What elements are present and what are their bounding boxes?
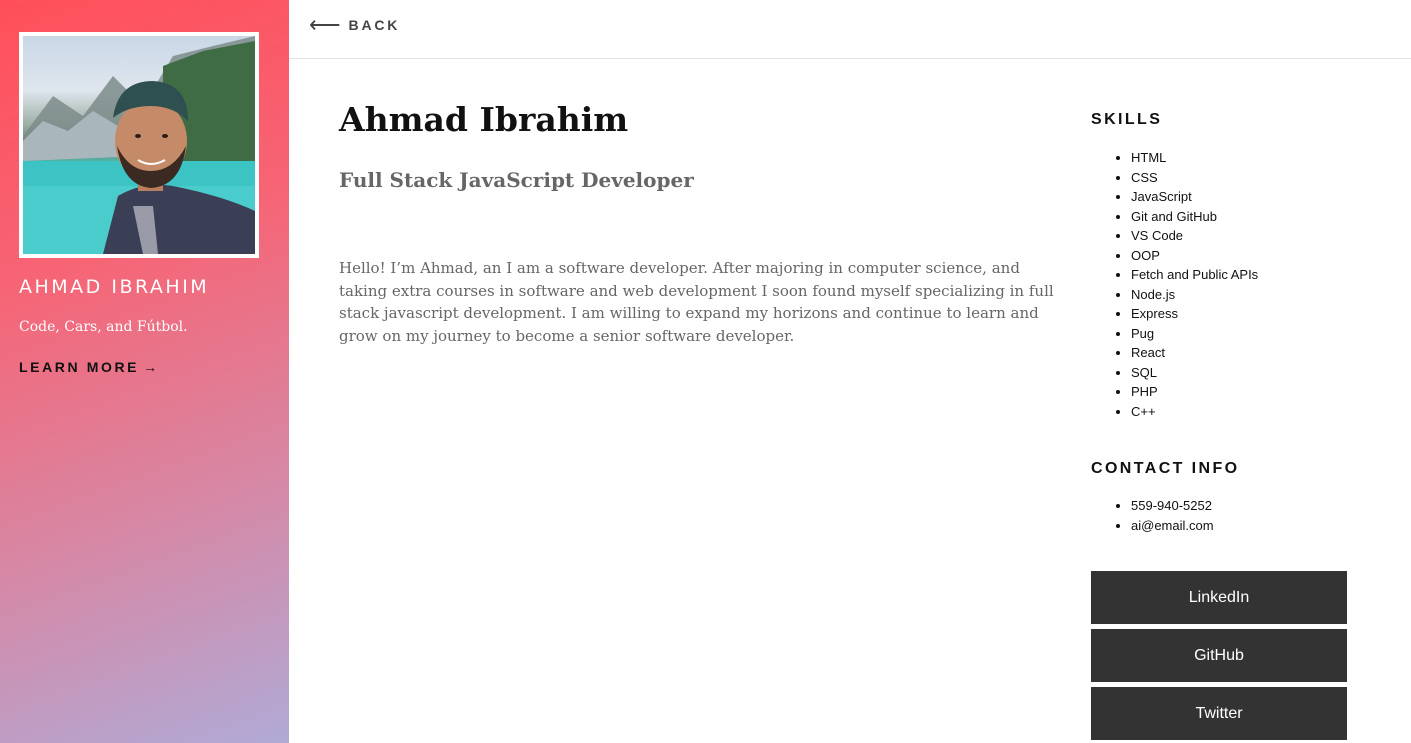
list-item: SQL <box>1131 363 1258 383</box>
list-item: JavaScript <box>1131 187 1258 207</box>
back-label: BACK <box>348 17 401 33</box>
contact-list: 559-940-5252 ai@email.com <box>1113 496 1214 535</box>
profile-photo-frame <box>19 32 259 258</box>
arrow-right-icon: → <box>143 359 158 375</box>
contact-phone: 559-940-5252 <box>1131 496 1214 516</box>
skills-list: HTML CSS JavaScript Git and GitHub VS Co… <box>1113 148 1258 421</box>
list-item: Express <box>1131 304 1258 324</box>
contact-email: ai@email.com <box>1131 516 1214 536</box>
list-item: React <box>1131 343 1258 363</box>
list-item: Fetch and Public APIs <box>1131 265 1258 285</box>
bio-text: Hello! I’m Ahmad, an I am a software dev… <box>339 259 1054 345</box>
contact-heading: CONTACT INFO <box>1091 460 1240 477</box>
arrow-left-icon: ⟵ <box>309 12 341 37</box>
twitter-button[interactable]: Twitter <box>1091 687 1347 740</box>
back-link[interactable]: ⟵ BACK <box>309 12 401 37</box>
sidebar-tagline: Code, Cars, and Fútbol. <box>19 319 188 335</box>
github-button[interactable]: GitHub <box>1091 629 1347 682</box>
list-item: HTML <box>1131 148 1258 168</box>
sidebar: Ahmad Ibrahim Code, Cars, and Fútbol. LE… <box>0 0 289 743</box>
list-item: OOP <box>1131 246 1258 266</box>
list-item: VS Code <box>1131 226 1258 246</box>
job-title: Full Stack JavaScript Developer <box>339 168 694 192</box>
list-item: Git and GitHub <box>1131 207 1258 227</box>
list-item: C++ <box>1131 402 1258 422</box>
sidebar-name: Ahmad Ibrahim <box>19 276 210 298</box>
page-title: Ahmad Ibrahim <box>339 100 629 139</box>
list-item: Node.js <box>1131 285 1258 305</box>
skills-heading: SKILLS <box>1091 111 1163 128</box>
list-item: PHP <box>1131 382 1258 402</box>
learn-more-label: LEARN MORE <box>19 359 140 375</box>
profile-photo <box>23 36 255 254</box>
top-bar: ⟵ BACK <box>289 0 1411 59</box>
list-item: Pug <box>1131 324 1258 344</box>
learn-more-link[interactable]: LEARN MORE → <box>19 359 157 375</box>
linkedin-button[interactable]: LinkedIn <box>1091 571 1347 624</box>
list-item: CSS <box>1131 168 1258 188</box>
